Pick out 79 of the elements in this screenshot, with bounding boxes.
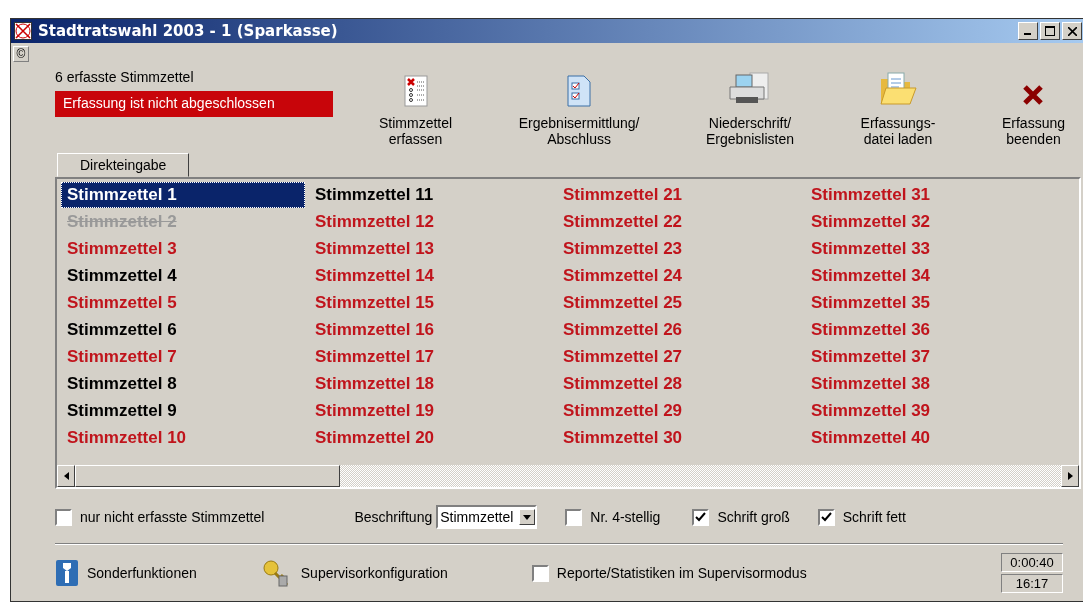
folder-icon [877, 71, 918, 107]
checkbox-label: nur nicht erfasste Stimmzettel [80, 509, 265, 525]
ballot-count: 6 erfasste Stimmzettel [55, 69, 194, 85]
time-display: 0:00:40 [1001, 553, 1063, 572]
checkbox-label: Schrift groß [717, 509, 790, 525]
left-arrow-icon [63, 472, 69, 480]
ballot-item[interactable]: Stimmzettel 34 [805, 263, 1035, 289]
ballot-item[interactable]: Stimmzettel 20 [309, 425, 539, 451]
checkbox-label: Nr. 4-stellig [590, 509, 661, 525]
ballot-item[interactable]: Stimmzettel 19 [309, 398, 539, 424]
status-banner: Erfassung ist nicht abgeschlossen [55, 91, 333, 117]
ballot-item[interactable]: Stimmzettel 22 [557, 209, 787, 235]
caret-icon [523, 514, 532, 520]
toolbar-button[interactable]: Niederschrift/ Ergebnislisten [702, 43, 798, 153]
ballot-item[interactable]: Stimmzettel 32 [805, 209, 1035, 235]
checkbox[interactable] [55, 508, 72, 526]
ballot-item[interactable]: Stimmzettel 33 [805, 236, 1035, 262]
ballot-item[interactable]: Stimmzettel 1 [61, 182, 305, 208]
checkbox[interactable] [565, 508, 583, 526]
checkbox[interactable] [692, 508, 710, 526]
ballot-item[interactable]: Stimmzettel 37 [805, 344, 1035, 370]
ballot-item[interactable]: Stimmzettel 36 [805, 317, 1035, 343]
ballot-item[interactable]: Stimmzettel 9 [61, 398, 291, 424]
ballot-item[interactable]: Stimmzettel 25 [557, 290, 787, 316]
ballot-item[interactable]: Stimmzettel 3 [61, 236, 291, 262]
ballot-item[interactable]: Stimmzettel 24 [557, 263, 787, 289]
ballot-item[interactable]: Stimmzettel 40 [805, 425, 1035, 451]
checkbox-label: Schrift fett [842, 509, 906, 525]
close-button[interactable] [1062, 22, 1082, 40]
ballot-item[interactable]: Stimmzettel 6 [61, 317, 291, 343]
window-title: Stadtratswahl 2003 - 1 (Sparkasse) [38, 22, 338, 40]
ballot-item[interactable]: Stimmzettel 8 [61, 371, 291, 397]
ballot-item[interactable]: Stimmzettel 12 [309, 209, 539, 235]
toolbar-button[interactable]: Erfassungs- datei laden [856, 43, 940, 153]
ballot-item[interactable]: Stimmzettel 31 [805, 182, 1035, 208]
checkbox-label: Reporte/Statistiken im Supervisormodus [556, 565, 807, 581]
time-display: 16:17 [1001, 574, 1063, 593]
ballot-item[interactable]: Stimmzettel 28 [557, 371, 787, 397]
ballot-item[interactable]: Stimmzettel 18 [309, 371, 539, 397]
ballot-item[interactable]: Stimmzettel 13 [309, 236, 539, 262]
ballot-cross-icon [14, 22, 32, 40]
toolbar-button[interactable]: Erfassung beenden [997, 43, 1069, 153]
ballot-item[interactable]: Stimmzettel 15 [309, 290, 539, 316]
ballot-item[interactable]: Stimmzettel 5 [61, 290, 291, 316]
tab[interactable]: Direkteingabe [57, 153, 190, 177]
copyright-button[interactable]: © [13, 46, 29, 62]
right-arrow-icon [1067, 472, 1073, 480]
toolbar-button[interactable]: Supervisorkonfiguration [260, 558, 448, 588]
ballot-item[interactable]: Stimmzettel 29 [557, 398, 787, 424]
horizontal-scrollbar[interactable] [57, 465, 1079, 487]
ballot-item[interactable]: Stimmzettel 38 [805, 371, 1035, 397]
ballot-item[interactable]: Stimmzettel 26 [557, 317, 787, 343]
minimize-button[interactable] [1018, 22, 1038, 40]
ballot-item[interactable]: Stimmzettel 23 [557, 236, 787, 262]
checklist-document-icon [566, 75, 593, 107]
checkbox[interactable] [531, 564, 549, 582]
maximize-icon [1045, 26, 1055, 36]
ballot-item[interactable]: Stimmzettel 27 [557, 344, 787, 370]
toolbar-button[interactable]: Stimmzettel erfassen [375, 43, 457, 153]
ballot-item[interactable]: Stimmzettel 11 [309, 182, 539, 208]
ballot-item[interactable]: Stimmzettel 35 [805, 290, 1035, 316]
toolbar-button[interactable]: Sonderfunktionen [55, 559, 197, 587]
dropdown[interactable]: Stimmzettel [436, 505, 538, 529]
dropdown-label: Beschriftung [354, 509, 433, 525]
close-icon [1021, 83, 1046, 107]
ballot-list-icon [403, 75, 428, 107]
checkbox[interactable] [817, 508, 835, 526]
maximize-button[interactable] [1040, 22, 1060, 40]
ballot-item[interactable]: Stimmzettel 14 [309, 263, 539, 289]
close-icon [1067, 26, 1077, 36]
ballot-item[interactable]: Stimmzettel 39 [805, 398, 1035, 424]
ballot-item[interactable]: Stimmzettel 30 [557, 425, 787, 451]
ballot-item[interactable]: Stimmzettel 10 [61, 425, 291, 451]
ballot-item[interactable]: Stimmzettel 17 [309, 344, 539, 370]
toolbar-button[interactable]: Ergebnisermittlung/ Abschluss [514, 43, 644, 153]
ballot-item[interactable]: Stimmzettel 4 [61, 263, 291, 289]
ballot-item[interactable]: Stimmzettel 21 [557, 182, 787, 208]
ballot-item[interactable]: Stimmzettel 7 [61, 344, 291, 370]
ballot-item[interactable]: Stimmzettel 16 [309, 317, 539, 343]
